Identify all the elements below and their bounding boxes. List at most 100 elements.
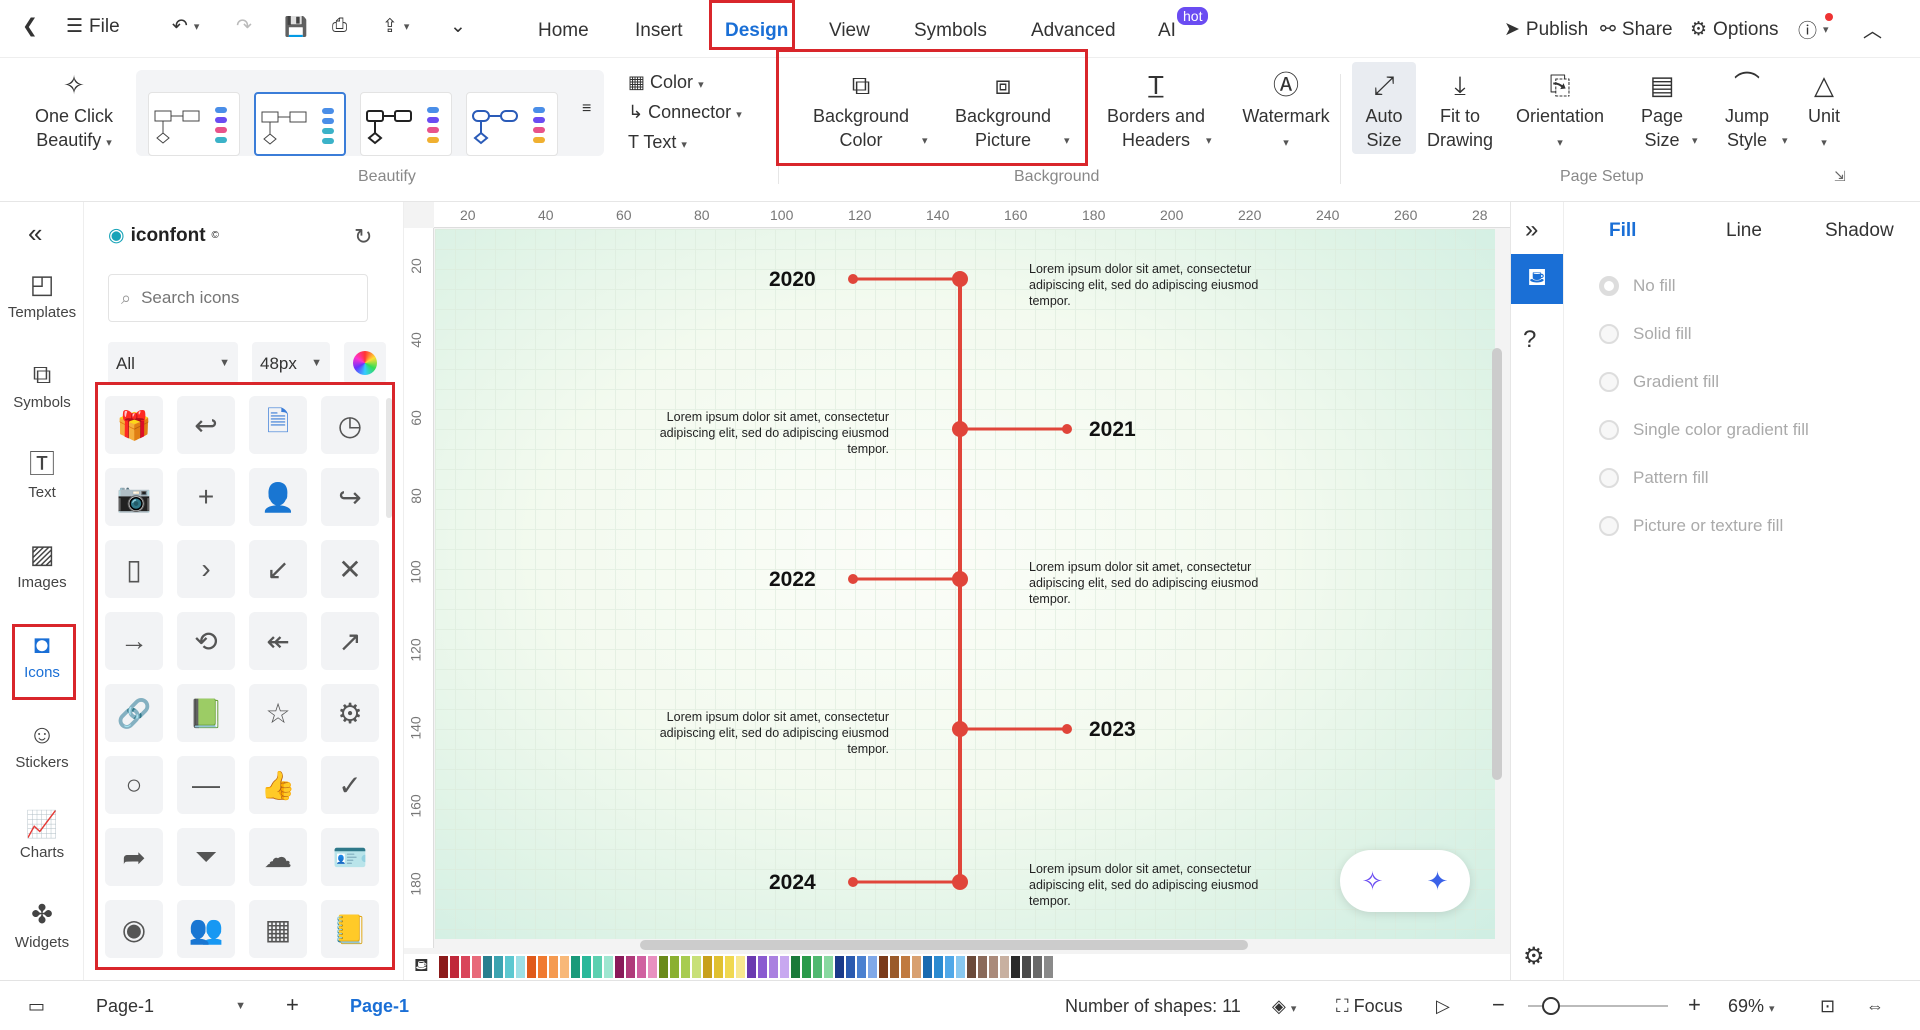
fill-option-gradient[interactable]: Gradient fill: [1599, 372, 1719, 392]
color-swatch[interactable]: [559, 956, 569, 978]
color-swatch[interactable]: [790, 956, 800, 978]
tab-design[interactable]: Design: [725, 20, 788, 42]
style-option-1[interactable]: [148, 92, 240, 156]
color-swatch[interactable]: [592, 956, 602, 978]
gallery-more-icon[interactable]: ≡: [582, 100, 591, 118]
save-icon[interactable]: 💾: [284, 15, 308, 39]
borders-dropdown[interactable]: ▾: [1206, 134, 1212, 147]
expand-page-setup-icon[interactable]: ⇲: [1834, 168, 1846, 185]
star-icon[interactable]: ☆: [249, 684, 307, 742]
color-swatch[interactable]: [680, 956, 690, 978]
focus-button[interactable]: ⛶ Focus: [1336, 996, 1403, 1017]
bg-picture-dropdown[interactable]: ▾: [1064, 134, 1070, 147]
color-swatch[interactable]: [515, 956, 525, 978]
plus-icon[interactable]: +: [177, 468, 235, 526]
fill-option-solid[interactable]: Solid fill: [1599, 324, 1692, 344]
fit-width-icon[interactable]: ⇔: [1866, 996, 1884, 1017]
color-swatch[interactable]: [889, 956, 899, 978]
nav-images[interactable]: ▨ Images: [0, 538, 84, 591]
color-swatch[interactable]: [1032, 956, 1042, 978]
color-swatch[interactable]: [933, 956, 943, 978]
arrow-down-left-icon[interactable]: ↙: [249, 540, 307, 598]
color-swatch[interactable]: [438, 956, 448, 978]
color-swatch[interactable]: [955, 956, 965, 978]
layers-icon[interactable]: ◈ ▾: [1272, 996, 1296, 1017]
watermark-button[interactable]: Ⓐ Watermark ▾: [1226, 70, 1346, 155]
color-swatch[interactable]: [636, 956, 646, 978]
style-option-3[interactable]: [360, 92, 452, 156]
forward-icon[interactable]: ↪: [321, 468, 379, 526]
orientation-button[interactable]: ⎘ Orientation ▾: [1508, 70, 1612, 155]
text-menu[interactable]: T Text ▾: [628, 130, 687, 157]
color-swatch[interactable]: [911, 956, 921, 978]
page-size-dropdown[interactable]: ▾: [1692, 134, 1698, 147]
add-page-icon[interactable]: +: [286, 992, 299, 1018]
fit-to-drawing-button[interactable]: ⤓ Fit to Drawing: [1424, 70, 1496, 152]
color-swatch[interactable]: [647, 956, 657, 978]
canvas-horizontal-scrollbar[interactable]: [640, 940, 1248, 950]
nav-icons[interactable]: ◘ Icons: [0, 628, 84, 681]
camera-icon[interactable]: 📷: [105, 468, 163, 526]
canvas-vertical-scrollbar[interactable]: [1492, 348, 1502, 780]
color-swatch[interactable]: [713, 956, 723, 978]
fill-option-pattern[interactable]: Pattern fill: [1599, 468, 1709, 488]
zoom-out-icon[interactable]: −: [1492, 992, 1505, 1018]
color-swatch[interactable]: [460, 956, 470, 978]
zoom-level[interactable]: 69% ▾: [1728, 996, 1775, 1017]
color-swatch[interactable]: [823, 956, 833, 978]
gift-icon[interactable]: 🎁: [105, 396, 163, 454]
book-icon[interactable]: 📗: [177, 684, 235, 742]
timeline-text-2020[interactable]: Lorem ipsum dolor sit amet, consectetur …: [1029, 261, 1289, 309]
share-button[interactable]: ⚯ Share: [1600, 18, 1673, 41]
fill-option-no-fill[interactable]: No fill: [1599, 276, 1676, 296]
ai-beautify-icon[interactable]: ✧: [1362, 866, 1384, 897]
color-swatch[interactable]: [449, 956, 459, 978]
color-swatch[interactable]: [658, 956, 668, 978]
color-picker-button[interactable]: [344, 342, 386, 384]
collapse-right-panel-icon[interactable]: »: [1525, 216, 1538, 244]
arrow-up-right-icon[interactable]: ↗: [321, 612, 379, 670]
color-swatch[interactable]: [537, 956, 547, 978]
fill-option-picture-texture[interactable]: Picture or texture fill: [1599, 516, 1783, 536]
color-swatch[interactable]: [1010, 956, 1020, 978]
check-circle-icon[interactable]: ✓: [321, 756, 379, 814]
timeline-text-2021[interactable]: Lorem ipsum dolor sit amet, consectetur …: [629, 409, 889, 457]
color-swatch[interactable]: [669, 956, 679, 978]
user-icon[interactable]: 👤: [249, 468, 307, 526]
one-click-beautify-button[interactable]: ✧ One Click Beautify ▾: [24, 70, 124, 155]
contact-card-icon[interactable]: 🪪: [321, 828, 379, 886]
undo-icon[interactable]: ↶ ▾: [172, 15, 199, 38]
tab-fill[interactable]: Fill: [1609, 220, 1636, 242]
color-swatch[interactable]: [1021, 956, 1031, 978]
timeline-year-2022[interactable]: 2022: [769, 568, 816, 592]
color-swatch[interactable]: [779, 956, 789, 978]
link-icon[interactable]: 🔗: [105, 684, 163, 742]
ai-sparkle-icon[interactable]: ✦: [1427, 866, 1449, 897]
color-swatch[interactable]: [966, 956, 976, 978]
tab-symbols[interactable]: Symbols: [914, 20, 987, 42]
drawing-page[interactable]: 2020 Lorem ipsum dolor sit amet, consect…: [435, 229, 1495, 939]
nav-charts[interactable]: 📈 Charts: [0, 808, 84, 861]
clock-icon[interactable]: ◷: [321, 396, 379, 454]
color-swatch[interactable]: [867, 956, 877, 978]
color-swatch[interactable]: [944, 956, 954, 978]
search-input[interactable]: [141, 288, 342, 308]
notebook-icon[interactable]: 📒: [321, 900, 379, 958]
color-swatch[interactable]: [482, 956, 492, 978]
page-tab-1[interactable]: Page-1: [350, 996, 409, 1017]
settings-icon[interactable]: ⚙: [321, 684, 379, 742]
style-option-4[interactable]: [466, 92, 558, 156]
timeline-text-2022[interactable]: Lorem ipsum dolor sit amet, consectetur …: [1029, 559, 1289, 607]
tab-ai[interactable]: AI: [1158, 20, 1176, 42]
nav-text[interactable]: 🅃 Text: [0, 448, 84, 501]
nav-templates[interactable]: ◰ Templates: [0, 268, 84, 321]
tab-advanced[interactable]: Advanced: [1031, 20, 1116, 42]
nav-stickers[interactable]: ☺ Stickers: [0, 718, 84, 771]
search-circle-icon[interactable]: ○: [105, 756, 163, 814]
color-swatch[interactable]: [900, 956, 910, 978]
size-select[interactable]: 48px ▼: [252, 342, 330, 384]
page-panel-toggle-icon[interactable]: ▭: [28, 996, 45, 1017]
color-swatch[interactable]: [812, 956, 822, 978]
color-swatch[interactable]: [614, 956, 624, 978]
timeline-year-2020[interactable]: 2020: [769, 268, 816, 292]
